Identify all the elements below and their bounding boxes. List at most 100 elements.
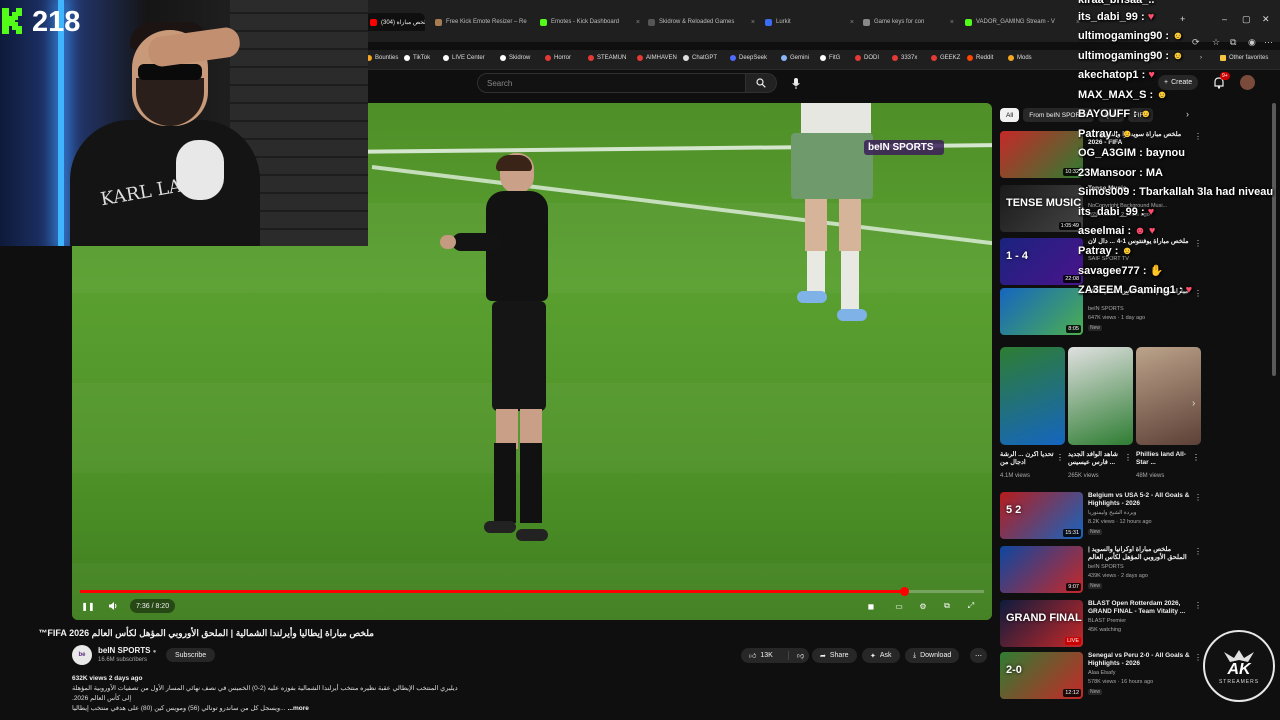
show-more-link[interactable]: ...more (288, 704, 309, 714)
chat-username[interactable]: ZA3EEM_Gaming1 : (1078, 284, 1183, 296)
more-options-icon[interactable]: ⋮ (1194, 601, 1202, 610)
browser-tab[interactable]: Game keys for con × (858, 13, 954, 31)
browser-tab[interactable]: Emotes - Kick Dashboard × (535, 13, 640, 31)
short-more-icon[interactable]: ⋮ (1192, 453, 1200, 462)
short-thumbnail[interactable] (1068, 347, 1133, 445)
video-thumbnail[interactable]: 5 2 15:31 (1000, 492, 1083, 539)
short-title[interactable]: تحدياً اكرن ... الرشة ادجال من (1000, 451, 1055, 467)
browser-tab[interactable]: Skidrow & Reloaded Games × (643, 13, 755, 31)
download-button[interactable]: ⤓ Download (905, 648, 960, 663)
recommended-video[interactable]: GRAND FINAL LIVE BLAST Open Rotterdam 2026… (1000, 600, 1202, 648)
share-button[interactable]: ➦ Share (812, 648, 857, 663)
pause-button[interactable]: ❚❚ (80, 599, 96, 613)
autoplay-toggle[interactable]: ◼ (864, 599, 878, 613)
bookmark-item[interactable]: Bounties (366, 55, 398, 61)
short-title[interactable]: شاهد الوافد الجديد ... فارس عيسيس (1068, 451, 1123, 467)
captions-button[interactable]: ▭ (892, 599, 906, 613)
bookmark-item[interactable]: DODI (855, 55, 879, 61)
chat-username[interactable]: Patray : (1078, 245, 1118, 257)
channel-name[interactable]: beIN SPORTS ● (98, 646, 156, 655)
short-more-icon[interactable]: ⋮ (1056, 453, 1064, 462)
browser-tab[interactable]: Free Kick Emote Resizer – Re× (430, 13, 530, 31)
chat-username[interactable]: ultimogaming90 : (1078, 50, 1169, 62)
chat-username[interactable]: kiraa_brisaa_.. (1078, 0, 1154, 6)
video-thumbnail[interactable]: TENSE MUSIC 1:05:49 (1000, 185, 1083, 232)
chat-username[interactable]: OG_A3GIM : (1078, 147, 1143, 159)
more-options-icon[interactable]: ⋮ (1194, 547, 1202, 556)
short-title[interactable]: Phillies land All-Star ... (1136, 451, 1191, 467)
short-more-icon[interactable]: ⋮ (1124, 453, 1132, 462)
video-thumbnail[interactable]: 8:05 (1000, 288, 1083, 335)
bookmark-item[interactable]: TikTok (404, 55, 430, 61)
chat-username[interactable]: BAYOUFF : (1078, 108, 1137, 120)
filter-chip[interactable]: All (1000, 108, 1020, 122)
search-button[interactable] (746, 73, 777, 93)
volume-button[interactable] (105, 599, 121, 613)
channel-avatar[interactable]: be (72, 645, 92, 665)
bookmark-item[interactable]: GEEKZ (931, 55, 960, 61)
browser-tab[interactable]: ملخص مباراة (304)× (365, 13, 425, 31)
chat-username[interactable]: its_dabi_99 : (1078, 206, 1145, 218)
bookmark-item[interactable]: FitG (820, 55, 840, 61)
browser-tab[interactable]: Lurkit × (760, 13, 854, 31)
bookmark-item[interactable]: AIMHAVEN (637, 55, 677, 61)
video-thumbnail[interactable]: 9:07 (1000, 546, 1083, 593)
more-options-icon[interactable]: ⋮ (1194, 493, 1202, 502)
bookmark-item[interactable]: STEAMUN (588, 55, 626, 61)
dislike-button[interactable]: 👎︎ (793, 651, 804, 660)
tab-close-icon[interactable]: × (748, 19, 755, 26)
more-options-icon[interactable]: ⋮ (1194, 653, 1202, 662)
channel-name[interactable]: beIN SPORTS (1088, 564, 1124, 570)
bookmark-item[interactable]: 3337x (892, 55, 917, 61)
channel-name[interactable]: ويردة الشيح وليمنوريا (1088, 510, 1136, 516)
recommended-video[interactable]: 5 2 15:31 Belgium vs USA 5-2 - All Goals &… (1000, 492, 1202, 540)
recommended-video[interactable]: 9:07 ملخص مباراة أوكرانيا والسويد | الملح… (1000, 546, 1202, 594)
progress-bar[interactable] (80, 587, 984, 596)
tab-close-icon[interactable]: × (847, 19, 854, 26)
chat-username[interactable]: Patray : (1078, 128, 1118, 140)
video-thumbnail[interactable]: 2-0 12:12 (1000, 652, 1083, 699)
tab-close-icon[interactable]: × (527, 19, 531, 26)
chat-username[interactable]: its_dabi_99 : (1078, 11, 1145, 23)
search-input[interactable]: Search (477, 73, 746, 93)
bookmark-item[interactable]: Mods (1008, 55, 1032, 61)
miniplayer-button[interactable]: ⧉ (940, 599, 954, 613)
chat-username[interactable]: aseelmai : (1078, 225, 1131, 237)
new-badge: New (1088, 689, 1103, 695)
bookmark-item[interactable]: Gemini (781, 55, 809, 61)
subscribe-button[interactable]: Subscribe (166, 648, 216, 662)
video-title: Senegal vs Peru 2-0 - All Goals & Highli… (1088, 652, 1190, 667)
video-description[interactable]: 632K views 2 days ago ديليري المنتخب الإ… (72, 674, 992, 714)
video-thumbnail[interactable]: 1 - 4 22:08 (1000, 238, 1083, 285)
fullscreen-button[interactable]: ⤢ (964, 599, 978, 613)
chat-username[interactable]: akechatop1 : (1078, 69, 1145, 81)
channel-name[interactable]: BLAST Premier (1088, 618, 1126, 624)
bookmark-item[interactable]: LIVE Center (443, 55, 485, 61)
ask-button[interactable]: ✦ Ask (862, 648, 900, 663)
chat-username[interactable]: Simos009 : (1078, 186, 1136, 198)
like-button[interactable]: 👍︎ 13K (741, 651, 789, 660)
chat-username[interactable]: savagee777 : (1078, 265, 1147, 277)
bookmark-item[interactable]: Horror (545, 55, 571, 61)
bookmark-item[interactable]: Skidrow (500, 55, 530, 61)
settings-button[interactable]: ⚙ (916, 599, 930, 613)
shorts-next-icon[interactable]: › (1192, 398, 1195, 409)
tab-close-icon[interactable]: × (633, 19, 640, 26)
bookmark-item[interactable]: DeepSeek (730, 55, 767, 61)
chat-username[interactable]: ultimogaming90 : (1078, 30, 1169, 42)
chat-username[interactable]: 23Mansoor : (1078, 167, 1143, 179)
bookmark-label: Gemini (790, 55, 810, 61)
bookmark-item[interactable]: ChatGPT (683, 55, 717, 61)
browser-tab[interactable]: VADOR_GAMING Stream - V × (960, 13, 1080, 31)
more-actions-button[interactable]: ⋯ (970, 648, 987, 663)
bookmark-item[interactable]: Reddit (967, 55, 993, 61)
recommended-video[interactable]: 2-0 12:12 Senegal vs Peru 2-0 - All Goals … (1000, 652, 1202, 700)
short-thumbnail[interactable] (1000, 347, 1065, 445)
chat-username[interactable]: MAX_MAX_S : (1078, 89, 1153, 101)
short-thumbnail[interactable] (1136, 347, 1201, 445)
channel-name[interactable]: Alaa Elsafy (1088, 670, 1116, 676)
video-thumbnail[interactable]: GRAND FINAL LIVE (1000, 600, 1083, 647)
voice-search-button[interactable] (788, 75, 804, 91)
tab-close-icon[interactable]: × (947, 19, 954, 26)
video-thumbnail[interactable]: 10:32 (1000, 131, 1083, 178)
